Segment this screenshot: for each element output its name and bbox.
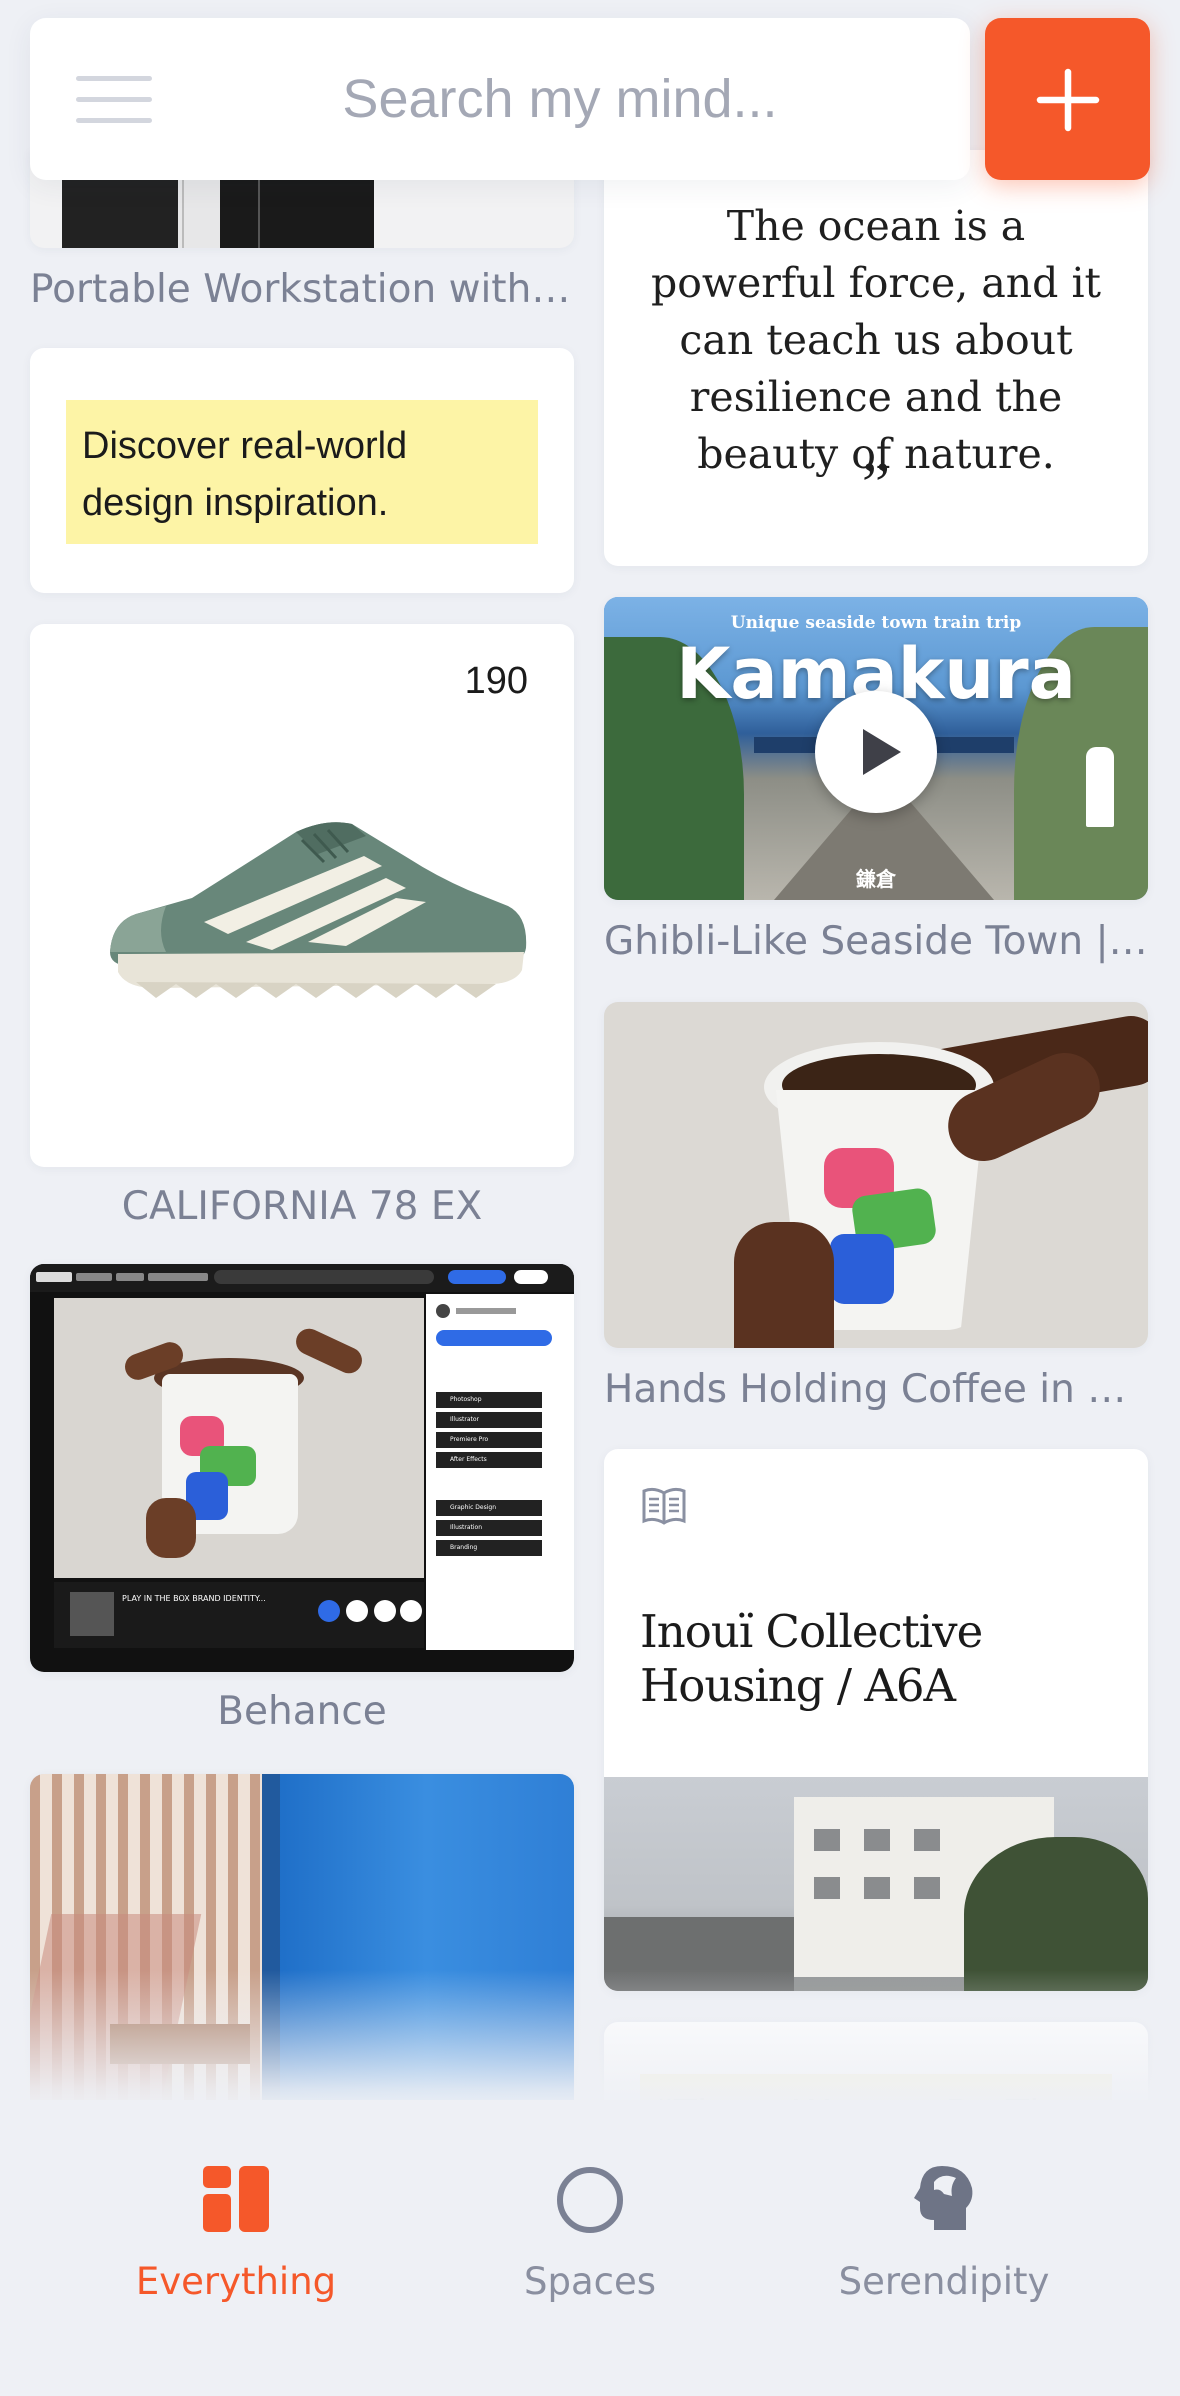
nav-spaces[interactable]: Spaces xyxy=(430,2160,750,2303)
grid-icon xyxy=(203,2166,269,2232)
behance-tool-premiere: Premiere Pro xyxy=(436,1432,542,1448)
quote-card[interactable]: The ocean is a powerful force, and it ca… xyxy=(604,150,1148,566)
behance-project-title: PLAY IN THE BOX BRAND IDENTITY... xyxy=(122,1594,266,1603)
add-button[interactable] xyxy=(985,18,1150,180)
shoe-price: 190 xyxy=(464,660,528,702)
abstract-image-card[interactable] xyxy=(30,1774,574,2114)
search-input[interactable] xyxy=(210,18,910,180)
behance-field-branding: Branding xyxy=(436,1540,542,1556)
article-title: Inouï Collective Housing / A6A xyxy=(640,1605,983,1712)
bottom-nav: Everything Spaces Serendipity xyxy=(0,2100,1180,2396)
quote-text: The ocean is a powerful force, and it ca… xyxy=(650,202,1102,478)
nav-everything-label: Everything xyxy=(135,2260,337,2303)
behance-field-graphic: Graphic Design xyxy=(436,1500,542,1516)
coffee-caption: Hands Holding Coffee in Di... xyxy=(604,1367,1148,1412)
behance-caption: Behance xyxy=(217,1689,387,1734)
behance-topbar xyxy=(30,1264,574,1292)
nav-serendipity-label: Serendipity xyxy=(838,2260,1050,2303)
video-subtitle: Unique seaside town train trip xyxy=(730,613,1022,633)
note-card[interactable]: Discover real-world design inspiration. xyxy=(30,348,574,593)
nav-serendipity[interactable]: Serendipity xyxy=(784,2160,1104,2303)
head-profile-icon xyxy=(914,2166,973,2230)
hamburger-menu-icon[interactable] xyxy=(76,72,152,128)
behance-tool-photoshop: Photoshop xyxy=(436,1392,542,1408)
shoe-card[interactable]: 190 xyxy=(30,624,574,1167)
article-card[interactable]: Inouï Collective Housing / A6A xyxy=(604,1449,1148,1991)
shoe-caption: CALIFORNIA 78 EX xyxy=(121,1184,483,1229)
app-root: Portable Workstation with ... Discover r… xyxy=(0,0,1180,2396)
behance-tool-aftereffects: After Effects xyxy=(436,1452,542,1468)
note-text: Discover real-world design inspiration. xyxy=(82,425,408,524)
nav-everything[interactable]: Everything xyxy=(76,2160,396,2303)
plus-icon xyxy=(1036,68,1100,132)
behance-card[interactable]: PLAY IN THE BOX BRAND IDENTITY... Photos… xyxy=(30,1264,574,1672)
nav-spaces-label: Spaces xyxy=(523,2260,657,2303)
quote-mark: ” xyxy=(861,449,891,520)
video-card[interactable]: Unique seaside town train trip Kamakura … xyxy=(604,597,1148,900)
video-caption: Ghibli-Like Seaside Town | ... xyxy=(604,919,1148,964)
coffee-card[interactable] xyxy=(604,1002,1148,1348)
circle-icon xyxy=(557,2167,623,2233)
behance-field-illustration: Illustration xyxy=(436,1520,542,1536)
behance-hero-image xyxy=(54,1298,424,1578)
search-bar[interactable] xyxy=(30,18,970,180)
book-open-icon xyxy=(642,1487,686,1525)
behance-sidebar: Photoshop Illustrator Premiere Pro After… xyxy=(426,1294,574,1650)
article-image xyxy=(604,1777,1148,1991)
coffee-image xyxy=(604,1002,1148,1348)
shoe-image xyxy=(110,822,527,998)
play-icon[interactable] xyxy=(815,691,937,813)
workstation-caption: Portable Workstation with ... xyxy=(30,267,574,312)
note-highlight: Discover real-world design inspiration. xyxy=(66,400,538,544)
video-kanji: 鎌倉 xyxy=(856,867,896,891)
behance-tool-illustrator: Illustrator xyxy=(436,1412,542,1428)
